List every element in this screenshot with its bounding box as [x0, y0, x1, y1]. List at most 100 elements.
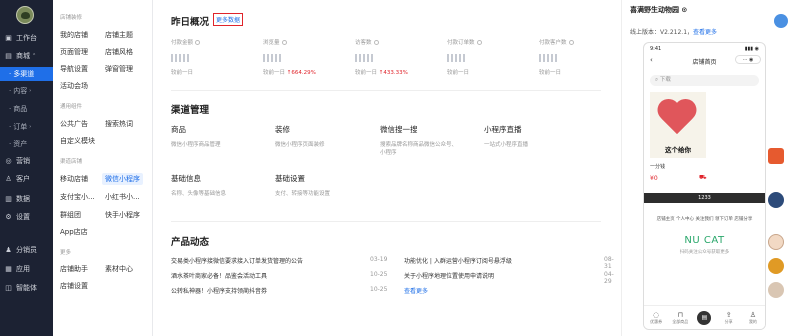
product-image[interactable]: 这个给你	[650, 92, 706, 158]
capsule-menu-icon[interactable]: ··· ◉	[735, 55, 761, 64]
subnav-item[interactable]: 页面管理	[60, 47, 88, 57]
tab-home[interactable]: ▤	[694, 310, 714, 325]
subnav-item[interactable]: 快手小程序	[105, 210, 140, 220]
card-desc: 微信小程序商品管理	[171, 142, 221, 148]
stat-paid-orders: 付款订单数 较前一日	[447, 38, 532, 76]
subnav-item[interactable]: 我的店铺	[60, 30, 88, 40]
phone-preview: 9:41 ▮▮▮ ◉ ‹ 店铺首页 ··· ◉ ⌕ 下载 这个给你 一分钱 ¥0…	[643, 42, 766, 330]
sidebar-item-distributor[interactable]: ♟ 分销员	[0, 243, 53, 257]
channel-card-basic-info[interactable]: 基础信息 名称、头像等基础信息	[171, 173, 271, 198]
brand-logo: NU CAT	[684, 235, 725, 246]
tab-all-goods[interactable]: ⊓ 全部商品	[670, 311, 690, 325]
preview-panel: 喜满野生动物园 ⊙ 线上版本：V2.212.1，查看更多 9:41 ▮▮▮ ◉ …	[621, 0, 790, 336]
view-more-link[interactable]: 查看更多	[404, 286, 428, 295]
subnav-group-heading: 渠道店铺	[60, 159, 83, 165]
sidebar-item-label: 多渠道	[13, 70, 35, 78]
sidebar-item-apps[interactable]: ▦ 应用	[0, 262, 53, 276]
subnav-item[interactable]: 店铺设置	[60, 281, 88, 291]
card-desc: 名称、头像等基础信息	[171, 191, 227, 197]
subnav-item[interactable]: 搜索热词	[105, 119, 133, 129]
sidebar-item-label: 内容	[13, 87, 28, 95]
version-label: 线上版本：V2.212.1，	[630, 29, 694, 36]
card-desc: 微信小程序页面装修	[275, 142, 325, 148]
more-data-button[interactable]: 更多数据	[213, 13, 244, 26]
pet-float-icon[interactable]	[768, 282, 784, 298]
subnav-item[interactable]: 店铺主题	[105, 30, 133, 40]
sidebar-item-label: 营销	[16, 157, 30, 165]
sidebar-item-label: 应用	[16, 265, 30, 273]
phone-search-bar[interactable]: ⌕ 下载	[650, 75, 759, 86]
coupon-icon: ◌	[653, 310, 660, 319]
sidebar-item-assets[interactable]: · 资产	[0, 137, 53, 151]
chevron-up-icon: ⌃	[32, 53, 37, 59]
sidebar-item-multichannel[interactable]: · 多渠道	[0, 67, 53, 81]
bag-icon: ⊓	[677, 310, 684, 319]
channel-card-goods[interactable]: 商品 微信小程序商品管理	[171, 124, 271, 149]
avatar-float-icon[interactable]	[768, 192, 784, 208]
sidebar-item-marketing[interactable]: ◎ 营销	[0, 154, 53, 168]
sidebar-item-settings[interactable]: ⚙ 设置	[0, 210, 53, 224]
dot-icon: ·	[9, 87, 12, 95]
subnav-item[interactable]: 支付宝小...	[60, 192, 95, 202]
sidebar-item-content[interactable]: · 内容 ›	[0, 84, 53, 98]
person-float-icon[interactable]	[768, 234, 784, 250]
channel-card-decoration[interactable]: 装修 微信小程序页面装修	[275, 124, 375, 149]
subnav-item[interactable]: 店铺风格	[105, 47, 133, 57]
home-icon: ▤	[697, 310, 712, 325]
news-item[interactable]: 功能优化 | 入群运营小程序订阅号悬浮级	[404, 256, 512, 265]
card-title: 装修	[275, 125, 290, 134]
sidebar-item-workbench[interactable]: ▣ 工作台	[0, 31, 53, 45]
tab-coupon[interactable]: ◌ 优惠券	[646, 311, 666, 325]
stat-label: 付款订单数	[447, 40, 475, 46]
news-item[interactable]: 关于小程序地理位置使用申请说明	[404, 271, 494, 280]
subnav-item[interactable]: 移动店铺	[60, 174, 88, 184]
subnav-item[interactable]: App店店	[60, 227, 88, 237]
card-title: 商品	[171, 125, 186, 134]
news-item[interactable]: 交易类小程序接微信要求接入订单发货管理的公告	[171, 256, 303, 265]
help-icon[interactable]	[281, 40, 287, 45]
subnav-item[interactable]: 公共广告	[60, 119, 88, 129]
subnav-item[interactable]: 小红书小...	[105, 192, 140, 202]
phone-nav-tabs[interactable]: 店铺主页 个人中心 关注我们 领下订单 店铺分享	[644, 216, 765, 222]
news-item[interactable]: 酒水茶叶商家必备！品鉴会活动工具	[171, 271, 267, 280]
cart-icon[interactable]: ⛟	[699, 174, 707, 182]
sidebar-item-agent[interactable]: ◫ 智能体	[0, 281, 53, 295]
subnav-group-heading: 更多	[60, 250, 72, 256]
stat-value-blurred	[263, 54, 281, 62]
help-icon[interactable]	[373, 40, 379, 45]
tab-mine[interactable]: ♙ 我的	[743, 311, 763, 325]
stat-value-blurred	[447, 54, 465, 62]
help-icon[interactable]	[476, 40, 482, 45]
sidebar-item-customers[interactable]: ♙ 客户	[0, 172, 53, 186]
subnav-item[interactable]: 店铺助手	[60, 264, 88, 274]
channel-title: 渠道管理	[171, 105, 210, 116]
chat-bubble-icon[interactable]	[774, 14, 788, 28]
emoji-float-icon[interactable]	[768, 258, 784, 274]
channel-card-wechat-search[interactable]: 微信搜一搜 搜索品牌名称商品微信公众号、小程序	[380, 124, 462, 157]
sidebar-item-label: 智能体	[16, 284, 37, 292]
sidebar-item-data[interactable]: ▥ 数据	[0, 192, 53, 206]
sidebar-item-orders[interactable]: · 订单 ›	[0, 120, 53, 134]
sidebar-item-mall[interactable]: ▤ 商城 ⌃	[0, 49, 53, 63]
channel-card-live[interactable]: 小程序直播 一站式小程序直播	[484, 124, 584, 149]
sidebar-item-goods[interactable]: · 商品	[0, 102, 53, 116]
subnav-item-selected[interactable]: 微信小程序	[102, 173, 143, 185]
subnav-item[interactable]: 群组团	[60, 210, 81, 220]
stat-value-blurred	[355, 54, 373, 62]
stat-label: 付款金额	[171, 40, 194, 46]
help-icon[interactable]	[568, 40, 574, 45]
news-item[interactable]: 公转私神器！小程序支持领蔺抖音券	[171, 286, 267, 295]
subnav-item[interactable]: 自定义模块	[60, 136, 95, 146]
gift-icon[interactable]	[768, 148, 784, 164]
stat-page-views: 浏览量 较前一日 ↑664.29%	[263, 38, 348, 76]
tab-share[interactable]: ⇪ 分享	[719, 311, 739, 325]
version-more-link[interactable]: 查看更多	[693, 29, 717, 36]
store-logo[interactable]	[16, 6, 34, 24]
subnav-item[interactable]: 导航设置	[60, 64, 88, 74]
subnav-item[interactable]: 素材中心	[105, 264, 133, 274]
subnav-item[interactable]: 弹窗管理	[105, 64, 133, 74]
subnav-item[interactable]: 活动会场	[60, 81, 88, 91]
help-icon[interactable]	[195, 40, 201, 45]
channel-card-basic-settings[interactable]: 基础设置 支付、转接等功能设置	[275, 173, 375, 198]
card-title: 基础信息	[171, 174, 201, 183]
